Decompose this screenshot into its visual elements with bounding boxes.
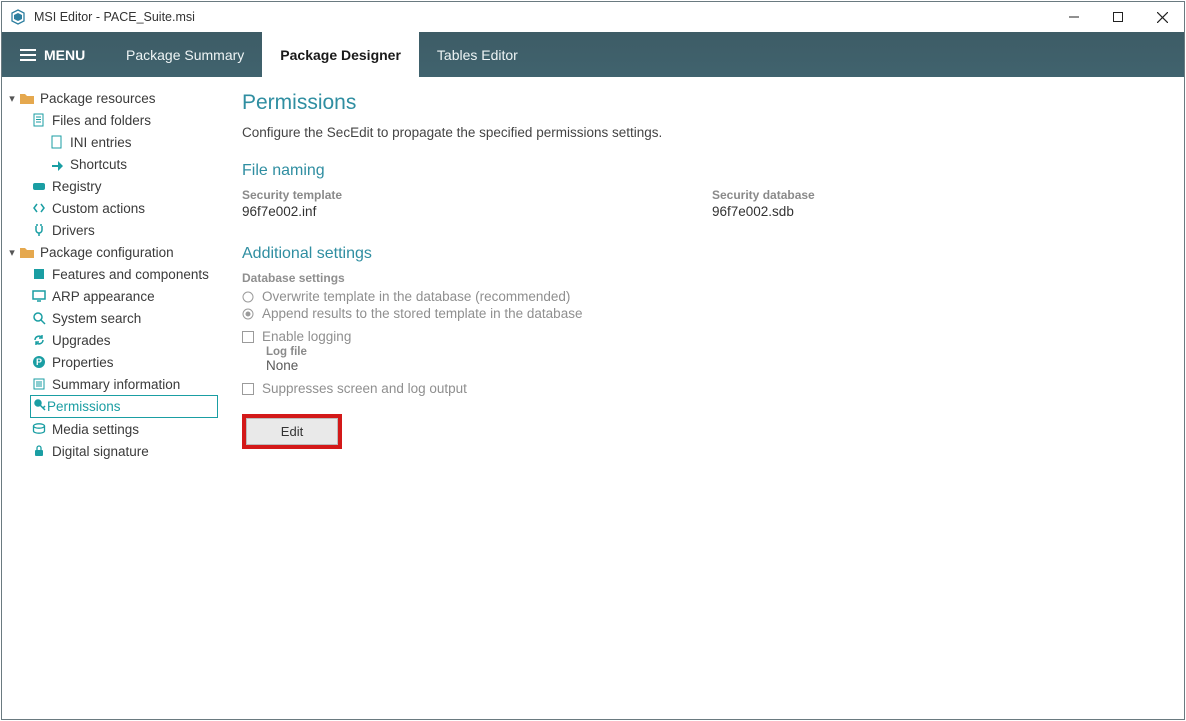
field-value: 96f7e002.sdb — [712, 204, 1132, 219]
menu-label: MENU — [44, 47, 85, 63]
tab-package-designer[interactable]: Package Designer — [262, 32, 419, 77]
maximize-button[interactable] — [1096, 2, 1140, 32]
menu-toggle[interactable]: MENU — [2, 32, 108, 77]
sidebar-item-properties[interactable]: P Properties — [2, 351, 220, 373]
chevron-down-icon: ▾ — [6, 246, 18, 259]
list-icon — [30, 376, 48, 392]
sidebar-item-permissions[interactable]: Permissions — [30, 395, 218, 418]
logfile-field: Log file None — [242, 346, 1162, 373]
chevron-down-icon: ▾ — [6, 92, 18, 105]
sidebar-item-ini[interactable]: INI entries — [2, 131, 220, 153]
radio-icon — [242, 291, 254, 303]
plug-icon — [30, 222, 48, 238]
folder-icon — [18, 244, 36, 260]
code-icon — [30, 200, 48, 216]
settings-group: Database settings Overwrite template in … — [242, 271, 1162, 396]
sidebar-item-drivers[interactable]: Drivers — [2, 219, 220, 241]
sidebar-item-custom-actions[interactable]: Custom actions — [2, 197, 220, 219]
edit-button[interactable]: Edit — [246, 418, 338, 445]
window-title: MSI Editor - PACE_Suite.msi — [34, 10, 195, 24]
properties-icon: P — [30, 354, 48, 370]
db-settings-label: Database settings — [242, 271, 1162, 285]
puzzle-icon — [30, 266, 48, 282]
field-label: Security database — [712, 188, 1132, 202]
sidebar-item-shortcuts[interactable]: Shortcuts — [2, 153, 220, 175]
logfile-value: None — [266, 358, 1162, 373]
sidebar-item-registry[interactable]: Registry — [2, 175, 220, 197]
edit-highlight: Edit — [242, 414, 342, 449]
menubar: MENU Package Summary Package Designer Ta… — [2, 32, 1184, 77]
field-value: 96f7e002.inf — [242, 204, 662, 219]
monitor-icon — [30, 288, 48, 304]
section-additional-settings: Additional settings — [242, 245, 1162, 263]
field-label: Security template — [242, 188, 662, 202]
sidebar-item-signature[interactable]: Digital signature — [2, 440, 220, 462]
sidebar-item-summary[interactable]: Summary information — [2, 373, 220, 395]
content-panel: Permissions Configure the SecEdit to pro… — [220, 77, 1184, 719]
ini-icon — [48, 134, 66, 150]
sidebar-item-upgrades[interactable]: Upgrades — [2, 329, 220, 351]
logfile-label: Log file — [266, 346, 1162, 358]
search-icon — [30, 310, 48, 326]
refresh-icon — [30, 332, 48, 348]
hamburger-icon — [20, 49, 36, 61]
tab-package-summary[interactable]: Package Summary — [108, 32, 262, 77]
sidebar-item-files-folders[interactable]: Files and folders — [2, 109, 220, 131]
page-title: Permissions — [242, 91, 1162, 115]
sidebar-item-search[interactable]: System search — [2, 307, 220, 329]
sidebar-item-media[interactable]: Media settings — [2, 418, 220, 440]
minimize-button[interactable] — [1052, 2, 1096, 32]
sidebar: ▾ Package resources Files and folders IN… — [2, 77, 220, 719]
checkbox-icon — [242, 331, 254, 343]
tree-section-configuration[interactable]: ▾ Package configuration — [2, 241, 220, 263]
titlebar: MSI Editor - PACE_Suite.msi — [2, 2, 1184, 32]
disc-icon — [30, 421, 48, 437]
close-button[interactable] — [1140, 2, 1184, 32]
tree-section-resources[interactable]: ▾ Package resources — [2, 87, 220, 109]
shortcut-icon — [48, 156, 66, 172]
document-icon — [30, 112, 48, 128]
field-security-database: Security database 96f7e002.sdb — [712, 188, 1132, 219]
checkbox-suppress[interactable]: Suppresses screen and log output — [242, 381, 1162, 396]
field-security-template: Security template 96f7e002.inf — [242, 188, 662, 219]
key-icon — [33, 398, 47, 415]
checkbox-icon — [242, 383, 254, 395]
sidebar-item-arp[interactable]: ARP appearance — [2, 285, 220, 307]
page-desc: Configure the SecEdit to propagate the s… — [242, 125, 1162, 140]
svg-text:P: P — [36, 357, 42, 367]
section-file-naming: File naming — [242, 162, 1162, 180]
sidebar-item-features[interactable]: Features and components — [2, 263, 220, 285]
radio-overwrite[interactable]: Overwrite template in the database (reco… — [242, 289, 1162, 304]
lock-icon — [30, 443, 48, 459]
registry-icon — [30, 178, 48, 194]
folder-icon — [18, 90, 36, 106]
checkbox-logging[interactable]: Enable logging — [242, 329, 1162, 344]
body: ▾ Package resources Files and folders IN… — [2, 77, 1184, 719]
radio-append[interactable]: Append results to the stored template in… — [242, 306, 1162, 321]
tab-tables-editor[interactable]: Tables Editor — [419, 32, 536, 77]
app-icon — [10, 9, 26, 25]
radio-checked-icon — [242, 308, 254, 320]
window: MSI Editor - PACE_Suite.msi MENU Package… — [1, 1, 1185, 720]
field-row-file-naming: Security template 96f7e002.inf Security … — [242, 188, 1162, 219]
